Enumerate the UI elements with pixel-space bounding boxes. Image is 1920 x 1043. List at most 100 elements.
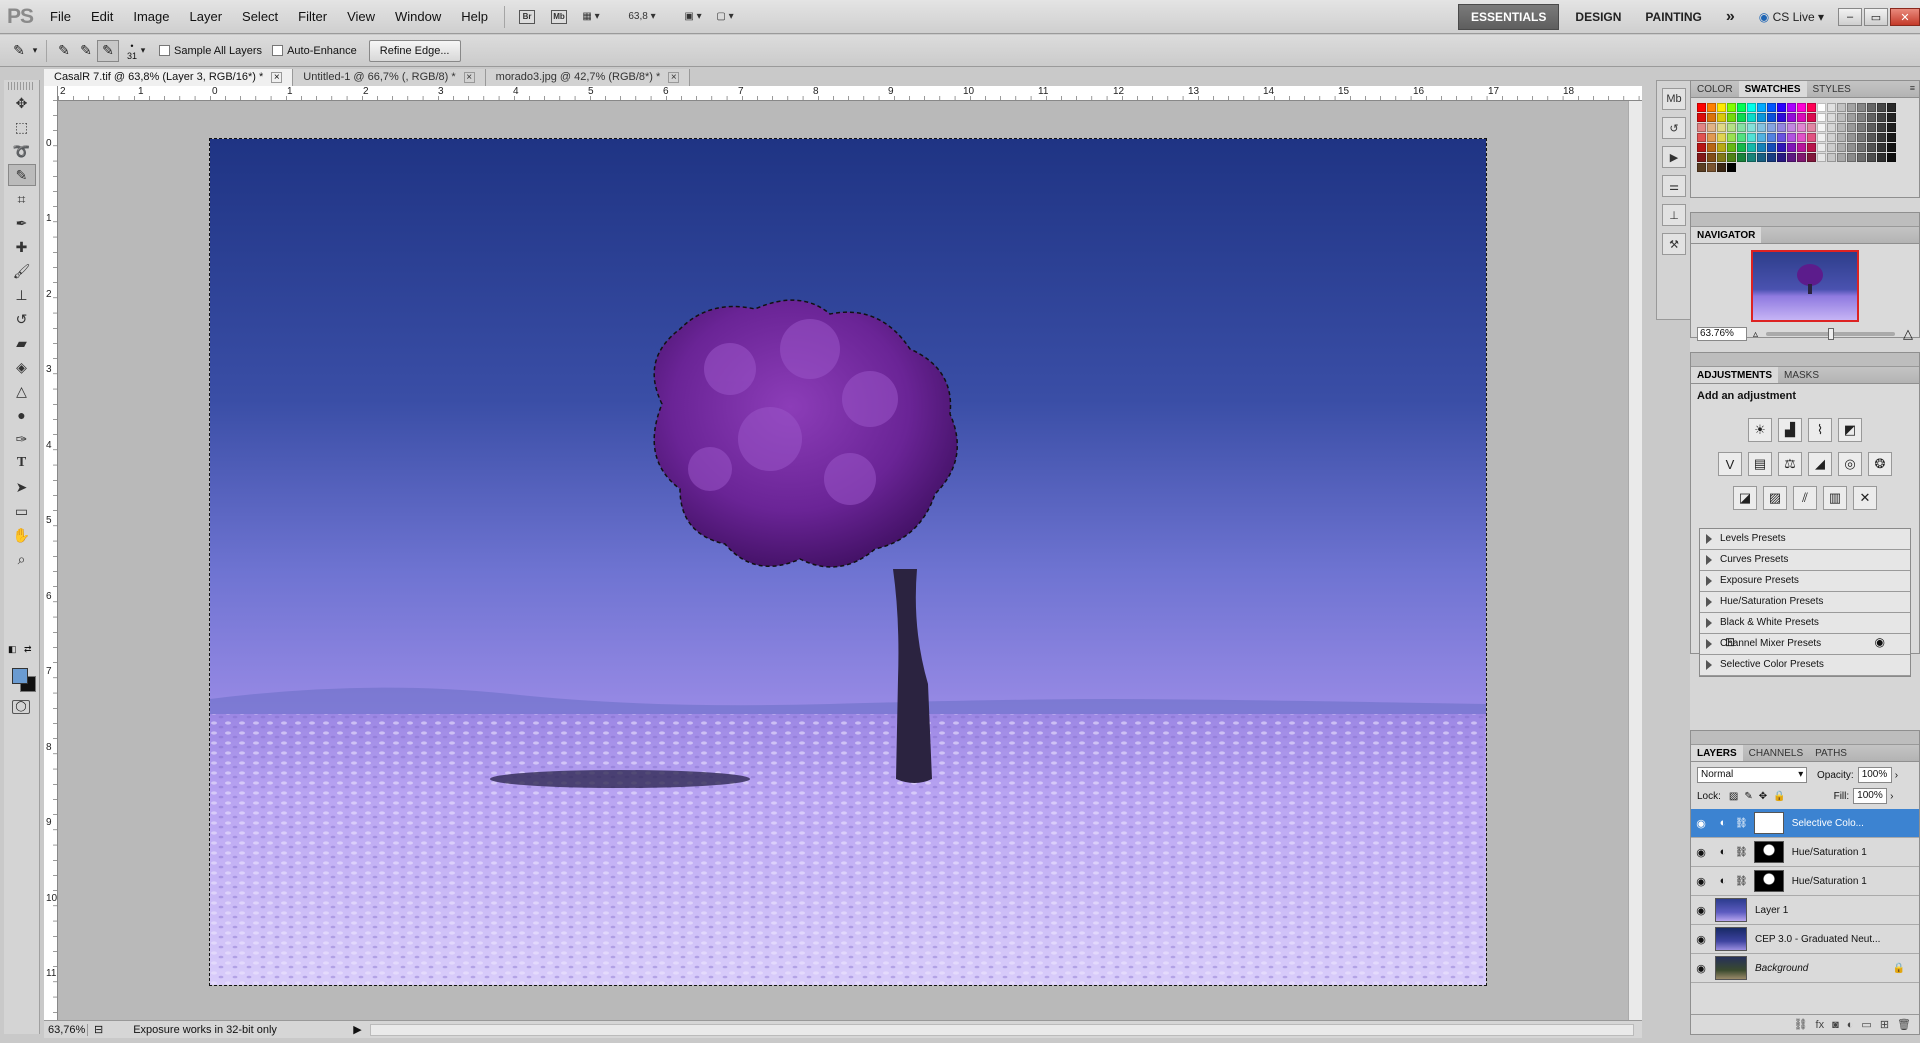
- more-workspaces-button[interactable]: »: [1714, 5, 1747, 29]
- color-swatch[interactable]: [1807, 153, 1816, 162]
- close-icon[interactable]: ×: [463, 72, 475, 83]
- color-swatch[interactable]: [1817, 153, 1826, 162]
- color-swatch[interactable]: [1747, 143, 1756, 152]
- color-swatch[interactable]: [1807, 123, 1816, 132]
- delete-layer-icon[interactable]: 🗑: [1897, 1018, 1911, 1031]
- move-tool-icon[interactable]: ✥: [8, 92, 36, 114]
- mini-bridge-panel-icon[interactable]: Mb: [1662, 88, 1686, 110]
- color-swatch[interactable]: [1887, 123, 1896, 132]
- layer-thumbnail[interactable]: [1715, 927, 1747, 951]
- default-colors-icon[interactable]: ◧: [8, 644, 17, 655]
- black-white-icon[interactable]: ◢: [1808, 452, 1832, 476]
- color-swatch[interactable]: [1867, 123, 1876, 132]
- menu-window[interactable]: Window: [385, 0, 451, 34]
- color-swatch[interactable]: [1737, 113, 1746, 122]
- color-swatch[interactable]: [1837, 133, 1846, 142]
- brush-presets-panel-icon[interactable]: ⚌: [1662, 175, 1686, 197]
- color-swatch[interactable]: [1847, 133, 1856, 142]
- color-swatch[interactable]: [1777, 103, 1786, 112]
- color-swatch[interactable]: [1717, 113, 1726, 122]
- color-swatch[interactable]: [1767, 143, 1776, 152]
- new-layer-icon[interactable]: ⊞: [1880, 1018, 1889, 1031]
- channel-mixer-icon[interactable]: ❂: [1868, 452, 1892, 476]
- color-swatch[interactable]: [1877, 103, 1886, 112]
- layer-name[interactable]: Background: [1755, 963, 1893, 974]
- photo-filter-icon[interactable]: ◎: [1838, 452, 1862, 476]
- actions-panel-icon[interactable]: ▶: [1662, 146, 1686, 168]
- color-swatch[interactable]: [1707, 163, 1716, 172]
- hue-saturation-icon[interactable]: ▤: [1748, 452, 1772, 476]
- clip-to-layer-icon[interactable]: ◉: [1875, 635, 1885, 649]
- color-swatch[interactable]: [1857, 113, 1866, 122]
- layer-thumbnail[interactable]: [1715, 898, 1747, 922]
- blend-mode-select[interactable]: Normal ▾: [1697, 767, 1807, 783]
- eye-icon[interactable]: ◉: [1691, 846, 1711, 859]
- shape-tool-icon[interactable]: ▭: [8, 500, 36, 522]
- color-swatch[interactable]: [1847, 153, 1856, 162]
- color-swatch[interactable]: [1887, 153, 1896, 162]
- chain-icon[interactable]: ⛓: [1735, 847, 1748, 858]
- clone-stamp-tool-icon[interactable]: ⊥: [8, 284, 36, 306]
- color-swatch[interactable]: [1697, 163, 1706, 172]
- preset-item[interactable]: Selective Color Presets: [1700, 655, 1910, 676]
- levels-icon[interactable]: ▟: [1778, 418, 1802, 442]
- color-swatch[interactable]: [1777, 133, 1786, 142]
- color-swatch[interactable]: [1837, 103, 1846, 112]
- color-swatch[interactable]: [1787, 123, 1796, 132]
- color-swatch[interactable]: [1837, 123, 1846, 132]
- color-swatch[interactable]: [1857, 123, 1866, 132]
- eye-icon[interactable]: ◉: [1691, 962, 1711, 975]
- layer-row-hue-saturation[interactable]: ◉ ◐ ⛓ Hue/Saturation 1: [1691, 838, 1919, 867]
- workspace-painting[interactable]: PAINTING: [1633, 5, 1713, 29]
- color-swatch[interactable]: [1767, 113, 1776, 122]
- horizontal-scrollbar[interactable]: [369, 1023, 1634, 1036]
- color-swatch[interactable]: [1747, 123, 1756, 132]
- workspace-essentials[interactable]: ESSENTIALS: [1458, 4, 1560, 30]
- menu-select[interactable]: Select: [232, 0, 288, 34]
- marquee-tool-icon[interactable]: ⬚: [8, 116, 36, 138]
- tab-layers[interactable]: LAYERS: [1691, 745, 1743, 761]
- navigator-thumbnail[interactable]: [1751, 250, 1859, 322]
- lock-position-icon[interactable]: ✥: [1759, 791, 1767, 802]
- brush-tool-icon[interactable]: 🖌: [8, 260, 36, 282]
- color-swatch[interactable]: [1727, 143, 1736, 152]
- color-swatch[interactable]: [1867, 133, 1876, 142]
- color-swatch[interactable]: [1797, 143, 1806, 152]
- vibrance-icon[interactable]: V: [1718, 452, 1742, 476]
- menu-filter[interactable]: Filter: [288, 0, 337, 34]
- color-swatch[interactable]: [1817, 143, 1826, 152]
- color-swatch[interactable]: [1867, 143, 1876, 152]
- close-button[interactable]: ✕: [1890, 8, 1920, 26]
- new-group-icon[interactable]: ▭: [1861, 1018, 1871, 1031]
- color-swatch[interactable]: [1777, 153, 1786, 162]
- color-swatch[interactable]: [1767, 103, 1776, 112]
- menu-view[interactable]: View: [337, 0, 385, 34]
- subtract-from-selection-icon[interactable]: ✎: [97, 39, 119, 62]
- workspace-design[interactable]: DESIGN: [1563, 5, 1633, 29]
- screen-mode-button[interactable]: ▢ ▾: [714, 6, 736, 28]
- color-swatch[interactable]: [1757, 153, 1766, 162]
- color-swatch[interactable]: [1797, 123, 1806, 132]
- vertical-ruler[interactable]: 0 1 2 3 4 5 6 7 8 9 10 11: [44, 100, 58, 1022]
- color-swatch[interactable]: [1697, 103, 1706, 112]
- exposure-icon[interactable]: ◩: [1838, 418, 1862, 442]
- foreground-color-swatch[interactable]: [12, 668, 28, 684]
- preset-item[interactable]: Levels Presets: [1700, 529, 1910, 550]
- color-swatch[interactable]: [1867, 153, 1876, 162]
- selective-color-icon[interactable]: ✕: [1853, 486, 1877, 510]
- color-swatch[interactable]: [1887, 133, 1896, 142]
- color-swatch[interactable]: [1757, 143, 1766, 152]
- color-swatch[interactable]: [1877, 143, 1886, 152]
- color-swatch[interactable]: [1807, 143, 1816, 152]
- color-swatch[interactable]: [1727, 113, 1736, 122]
- layer-mask-thumbnail[interactable]: [1753, 841, 1784, 863]
- color-swatch[interactable]: [1837, 113, 1846, 122]
- color-swatch[interactable]: [1697, 123, 1706, 132]
- link-layers-icon[interactable]: ⛓: [1794, 1018, 1808, 1031]
- preset-item[interactable]: Hue/Saturation Presets: [1700, 592, 1910, 613]
- layer-name[interactable]: Layer 1: [1755, 905, 1788, 916]
- color-swatch[interactable]: [1847, 123, 1856, 132]
- opacity-arrow-icon[interactable]: ›: [1895, 770, 1898, 781]
- brightness-contrast-icon[interactable]: ☀: [1748, 418, 1772, 442]
- color-swatch[interactable]: [1807, 133, 1816, 142]
